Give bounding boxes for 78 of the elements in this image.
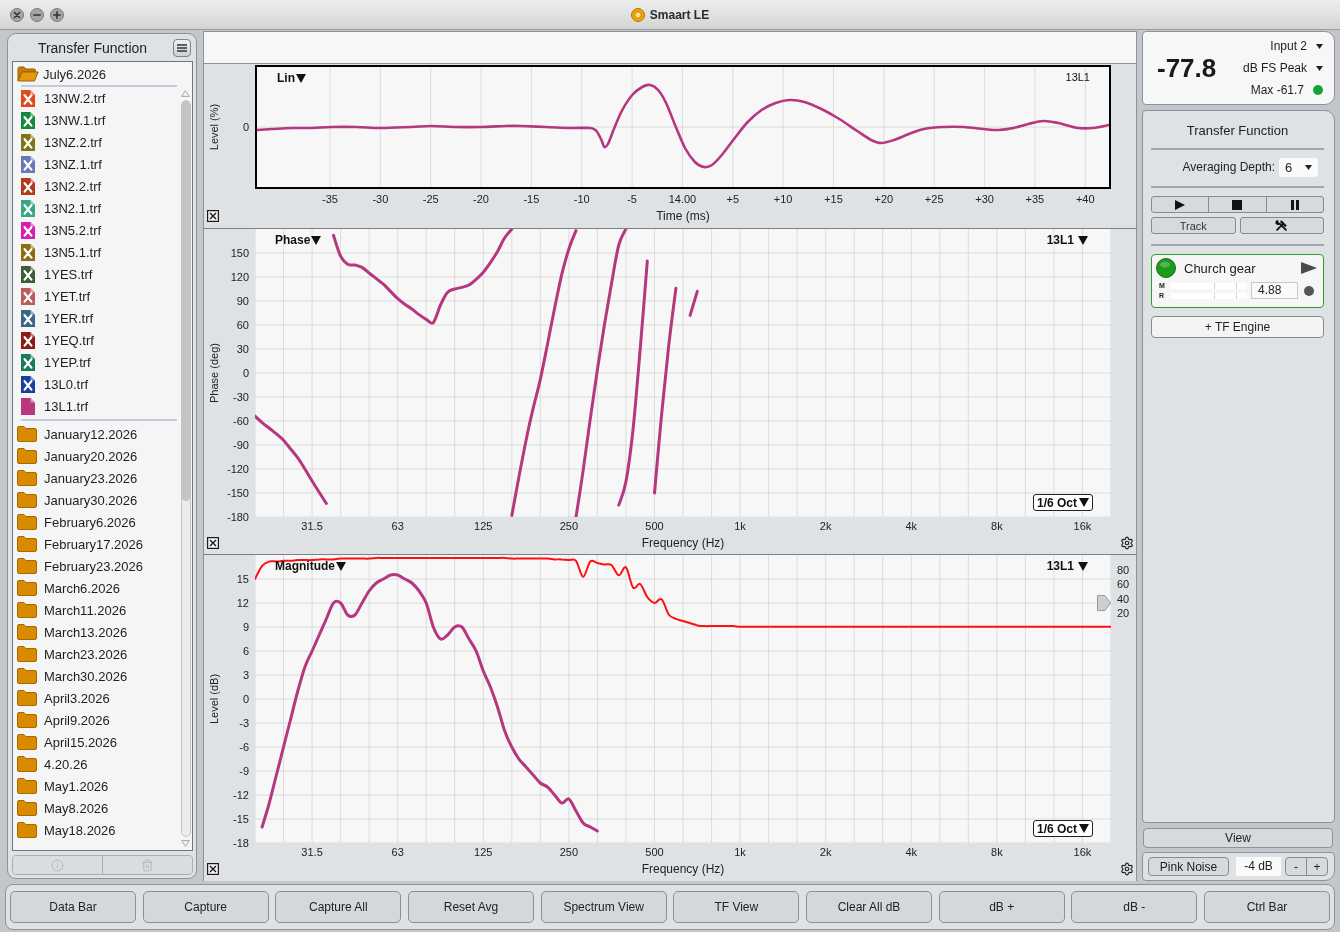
axis-tick-label: +5: [726, 192, 740, 206]
engine-name: Church gear: [1184, 260, 1256, 276]
axis-tick-label: 80: [1117, 563, 1130, 576]
axis-tick-label: 60: [1117, 577, 1130, 591]
axis-tick-label: -18: [233, 836, 249, 850]
axis-tick-label: -25: [422, 192, 439, 206]
axis-tick-label: +25: [924, 192, 944, 206]
level-reading: -77.8: [1157, 52, 1217, 84]
axis-tick-label: 14.00: [668, 192, 697, 206]
axis-tick-label: 4k: [905, 845, 918, 859]
max-reading: Max -61.7: [1250, 83, 1304, 97]
axis-tick-label: 30: [236, 342, 249, 356]
axis-tick-label: 125: [474, 845, 493, 859]
axis-tick-label: 31.5: [301, 845, 323, 859]
axis-tick-label: -5: [627, 192, 637, 206]
axis-tick-label: -180: [226, 510, 249, 524]
axis-tick-label: -150: [226, 486, 249, 500]
axis-tick-label: 2k: [819, 845, 832, 859]
axis-tick-label: -10: [573, 192, 590, 206]
axis-tick-label: 4k: [905, 519, 918, 533]
axis-tick-label: 31.5: [301, 519, 323, 533]
axis-tick-label: -6: [239, 740, 249, 754]
axis-tick-label: +15: [824, 192, 843, 206]
axis-tick-label: 1k: [734, 519, 746, 533]
axis-tick-label: -3: [239, 716, 249, 730]
axis-tick-label: 8k: [991, 845, 1003, 859]
window-title: Smaart LE: [649, 7, 710, 22]
axis-tick-label: -30: [372, 192, 389, 206]
axis-tick-label: 8k: [991, 519, 1003, 533]
axis-title: Time (ms): [656, 209, 710, 223]
axis-tick-label: -20: [473, 192, 489, 206]
axis-tick-label: 500: [645, 845, 664, 859]
axis-tick-label: 15: [236, 572, 249, 586]
axis-tick-label: -15: [523, 192, 540, 206]
axis-title: Frequency (Hz): [641, 536, 725, 550]
axis-tick-label: 250: [559, 519, 579, 533]
axis-tick-label: -12: [233, 788, 249, 802]
axis-tick-label: -90: [233, 438, 249, 452]
axis-tick-label: 20: [1117, 606, 1130, 620]
axis-title: Frequency (Hz): [641, 862, 725, 876]
axis-tick-label: 16k: [1073, 519, 1092, 533]
averaging-label: Averaging Depth:: [1182, 160, 1275, 174]
axis-tick-label: -9: [239, 764, 249, 778]
axis-tick-label: 125: [474, 519, 493, 533]
axis-tick-label: +30: [975, 192, 994, 206]
axis-tick-label: 16k: [1073, 845, 1092, 859]
axis-tick-label: 6: [242, 644, 249, 658]
axis-tick-label: +35: [1025, 192, 1045, 206]
axis-tick-label: 63: [391, 519, 404, 533]
axis-title: Phase (deg): [208, 343, 220, 403]
axis-tick-label: -15: [233, 812, 249, 826]
axis-tick-label: 1k: [734, 845, 746, 859]
axis-tick-label: +40: [1075, 192, 1095, 206]
axis-title: Level (%): [208, 103, 220, 151]
axis-tick-label: 60: [236, 318, 249, 332]
axis-tick-label: 120: [230, 270, 249, 284]
axis-tick-label: 63: [391, 845, 404, 859]
sidebar-title: Transfer Function: [36, 39, 149, 56]
axis-tick-label: 0: [242, 692, 249, 706]
axis-tick-label: 0: [242, 366, 249, 380]
axis-tick-label: 40: [1117, 592, 1130, 605]
axis-tick-label: 9: [242, 620, 249, 634]
axis-tick-label: 0: [242, 120, 249, 134]
axis-tick-label: 90: [236, 294, 249, 308]
axis-tick-label: +10: [773, 192, 793, 206]
axis-tick-label: -60: [233, 414, 249, 428]
axis-tick-label: -35: [322, 192, 338, 206]
axis-tick-label: 150: [230, 246, 249, 260]
axis-tick-label: +20: [874, 192, 894, 206]
panel-title: Transfer Function: [1185, 122, 1290, 140]
axis-tick-label: -30: [233, 390, 249, 404]
axis-tick-label: 500: [645, 519, 664, 533]
axis-tick-label: 12: [236, 596, 249, 610]
axis-title: Level (dB): [208, 673, 220, 725]
axis-tick-label: 2k: [819, 519, 832, 533]
axis-tick-label: -120: [226, 462, 249, 476]
axis-tick-label: 3: [242, 668, 249, 682]
axis-tick-label: 250: [559, 845, 579, 859]
